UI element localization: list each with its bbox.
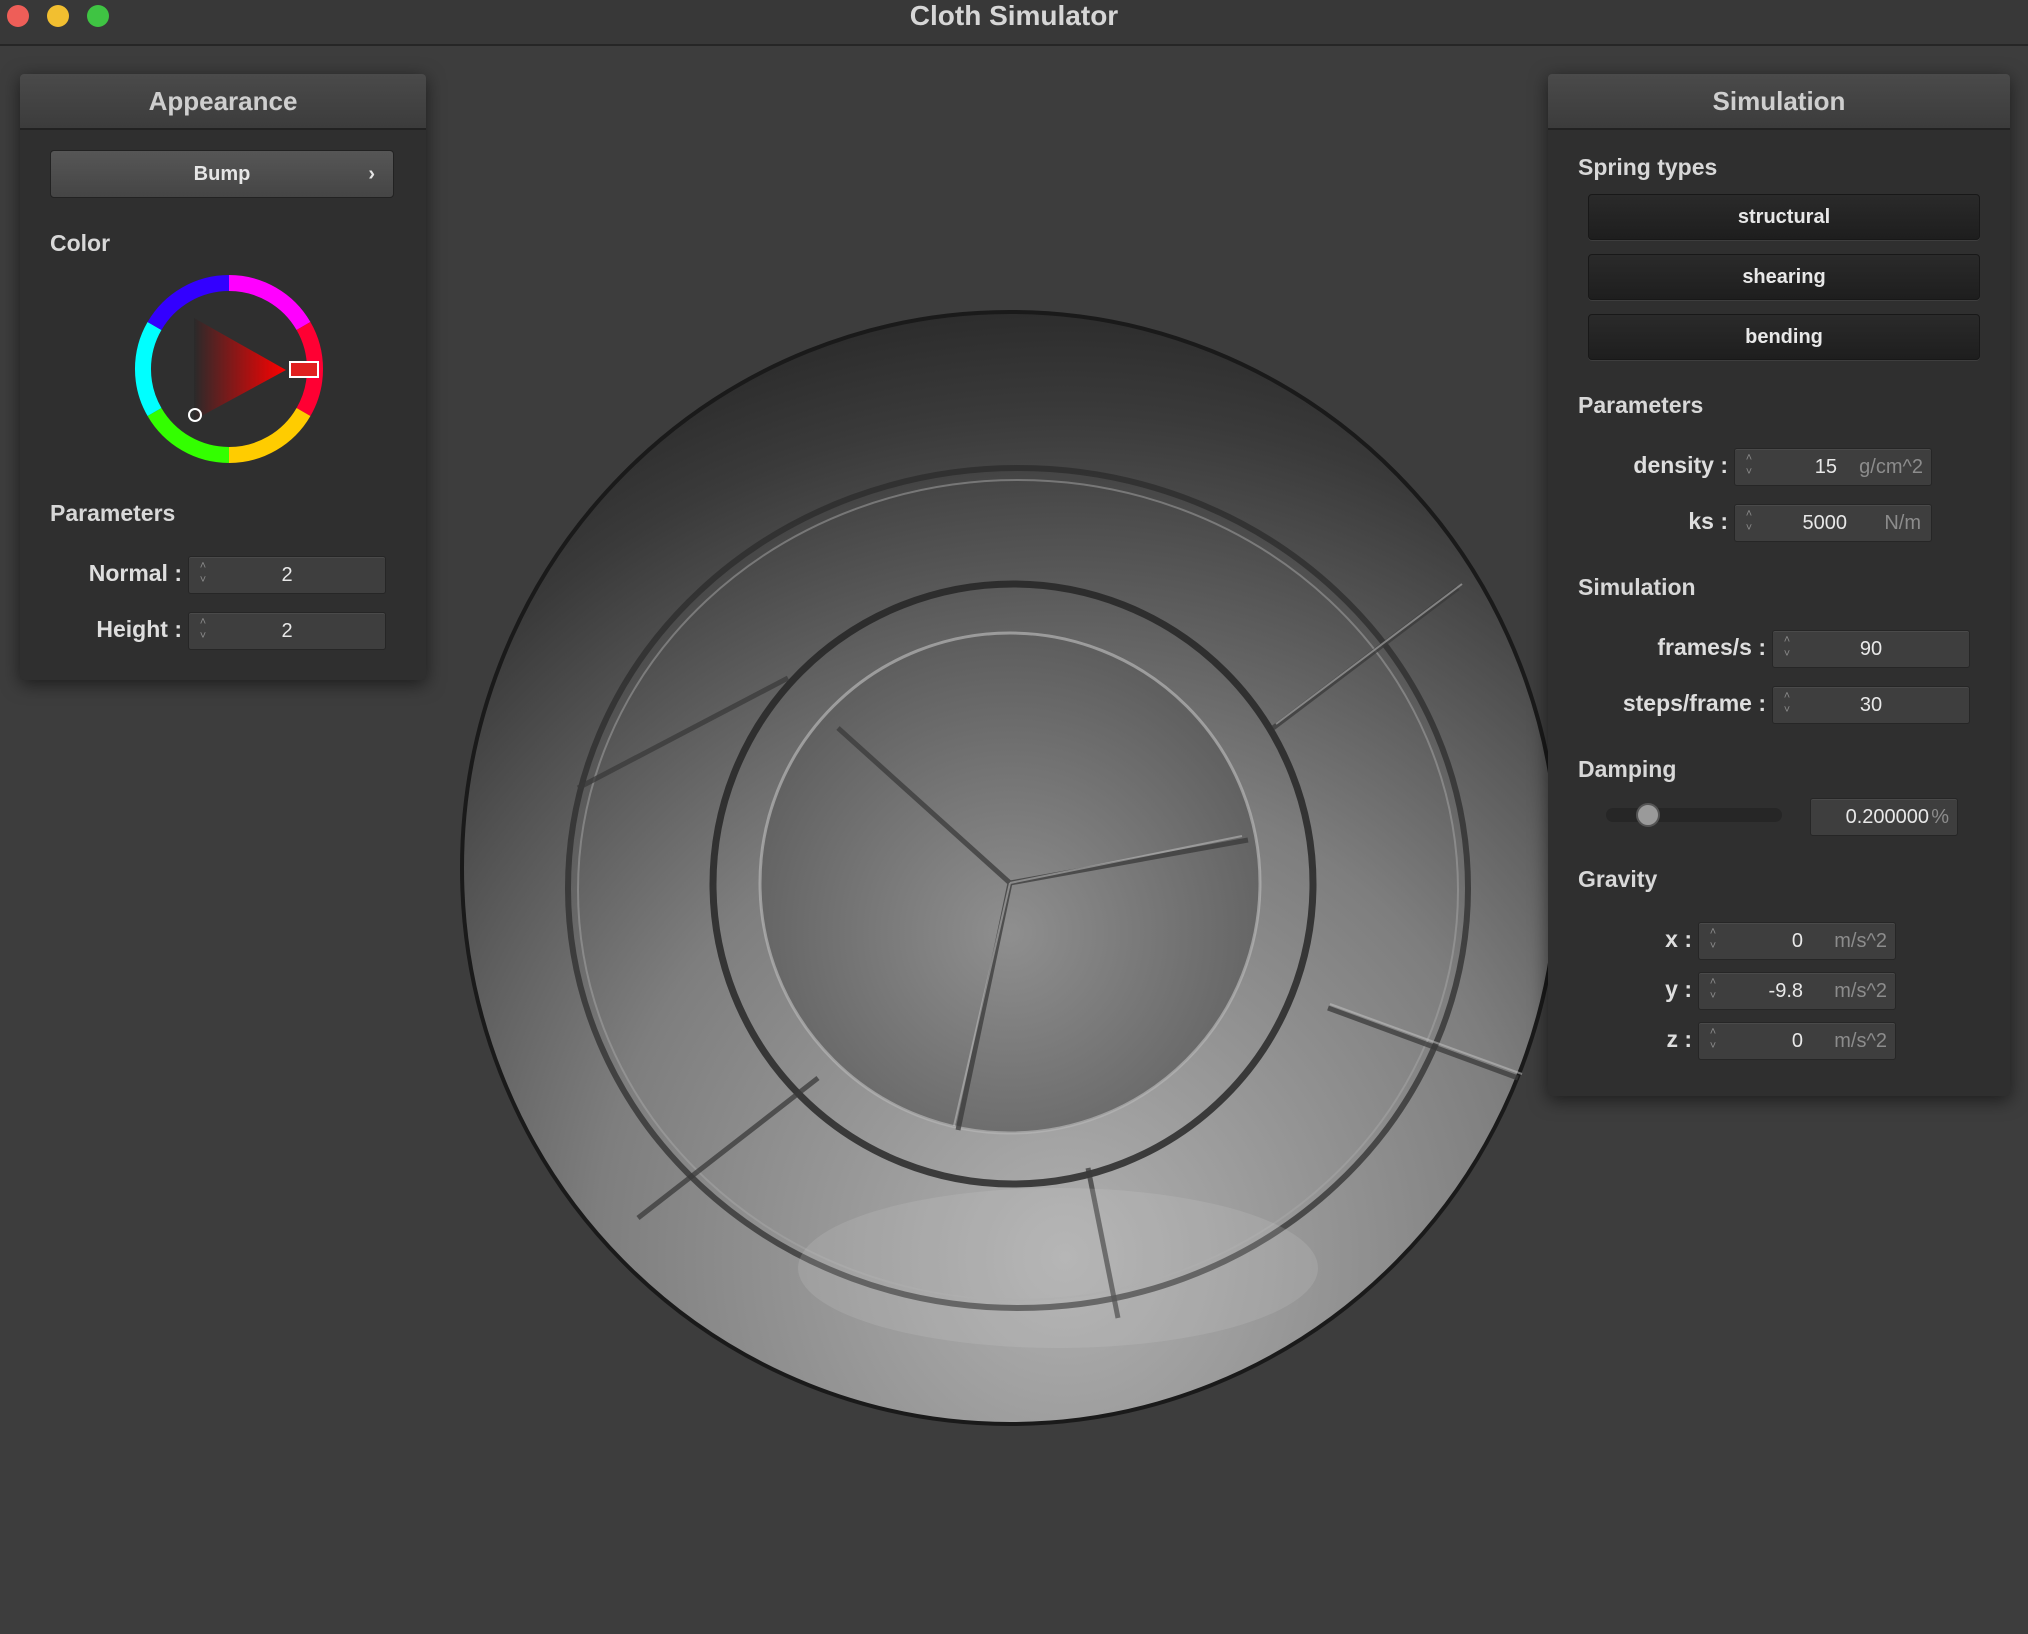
damping-slider-handle[interactable] [1636,803,1661,827]
steps-per-frame-value: 30 [1859,694,1883,716]
simulation-panel: Simulation Spring types structural shear… [1548,74,2010,1096]
frames-per-second-value: 90 [1859,638,1883,660]
color-section-label: Color [50,230,111,256]
shader-dropdown[interactable]: Bump › [50,150,394,198]
simulation-parameters-label: Parameters [1578,392,1704,418]
density-input[interactable]: ˄ ˅ 15 g/cm^2 [1734,448,1932,486]
gravity-x-label: x : [1665,926,1692,952]
bump-mapped-sphere [460,310,1560,1426]
stepper-icon[interactable]: ˄ ˅ [1707,927,1719,955]
density-unit: g/cm^2 [1859,456,1923,478]
gravity-y-label: y : [1665,976,1692,1002]
ks-value: 5000 [1802,512,1848,534]
gravity-z-unit: m/s^2 [1834,1030,1887,1052]
shearing-toggle[interactable]: shearing [1588,254,1980,300]
height-input[interactable]: ˄ ˅ 2 [188,612,386,650]
appearance-panel-title: Appearance [20,74,426,130]
normal-input[interactable]: ˄ ˅ 2 [188,556,386,594]
gravity-y-unit: m/s^2 [1834,980,1887,1002]
stepper-icon[interactable]: ˄ ˅ [1707,977,1719,1005]
normal-value: 2 [281,564,293,586]
hue-selector-handle[interactable] [289,361,319,378]
damping-label: Damping [1578,756,1677,782]
title-bar: Cloth Simulator [0,0,2028,46]
gravity-x-input[interactable]: ˄ ˅ 0 m/s^2 [1698,922,1896,960]
density-label: density : [1633,452,1728,478]
steps-per-frame-label: steps/frame : [1622,690,1766,716]
height-label: Height : [96,616,182,642]
chevron-right-icon: › [368,163,375,185]
steps-per-frame-input[interactable]: ˄ ˅ 30 [1772,686,1970,724]
structural-toggle[interactable]: structural [1588,194,1980,240]
simulation-section-label: Simulation [1578,574,1696,600]
gravity-x-unit: m/s^2 [1834,930,1887,952]
damping-value: 0.200000 [1845,806,1929,828]
gravity-x-value: 0 [1791,930,1803,952]
damping-unit: % [1931,806,1949,828]
bending-toggle[interactable]: bending [1588,314,1980,360]
density-value: 15 [1814,456,1837,478]
gravity-label: Gravity [1578,866,1658,892]
color-wheel[interactable] [134,274,324,464]
gravity-z-input[interactable]: ˄ ˅ 0 m/s^2 [1698,1022,1896,1060]
stepper-icon[interactable]: ˄ ˅ [1743,453,1755,481]
gravity-y-value: -9.8 [1768,980,1803,1002]
frames-per-second-label: frames/s : [1657,634,1766,660]
spring-types-label: Spring types [1578,154,1718,180]
frames-per-second-input[interactable]: ˄ ˅ 90 [1772,630,1970,668]
gravity-y-input[interactable]: ˄ ˅ -9.8 m/s^2 [1698,972,1896,1010]
height-value: 2 [281,620,293,642]
appearance-parameters-label: Parameters [50,500,176,526]
window-title: Cloth Simulator [909,0,1119,31]
normal-label: Normal : [88,560,182,586]
ks-unit: N/m [1884,512,1921,534]
damping-input[interactable]: 0.200000 % [1810,798,1958,836]
ks-input[interactable]: ˄ ˅ 5000 N/m [1734,504,1932,542]
gravity-z-label: z : [1666,1026,1692,1052]
gravity-z-value: 0 [1791,1030,1803,1052]
stepper-icon[interactable]: ˄ ˅ [1743,509,1755,537]
stepper-icon[interactable]: ˄ ˅ [1707,1027,1719,1055]
simulation-panel-title: Simulation [1548,74,2010,130]
ks-label: ks : [1688,508,1728,534]
appearance-panel: Appearance Bump › Color Parameters Norma… [20,74,426,680]
damping-slider[interactable] [1606,803,1782,827]
shader-dropdown-label: Bump [193,163,251,185]
